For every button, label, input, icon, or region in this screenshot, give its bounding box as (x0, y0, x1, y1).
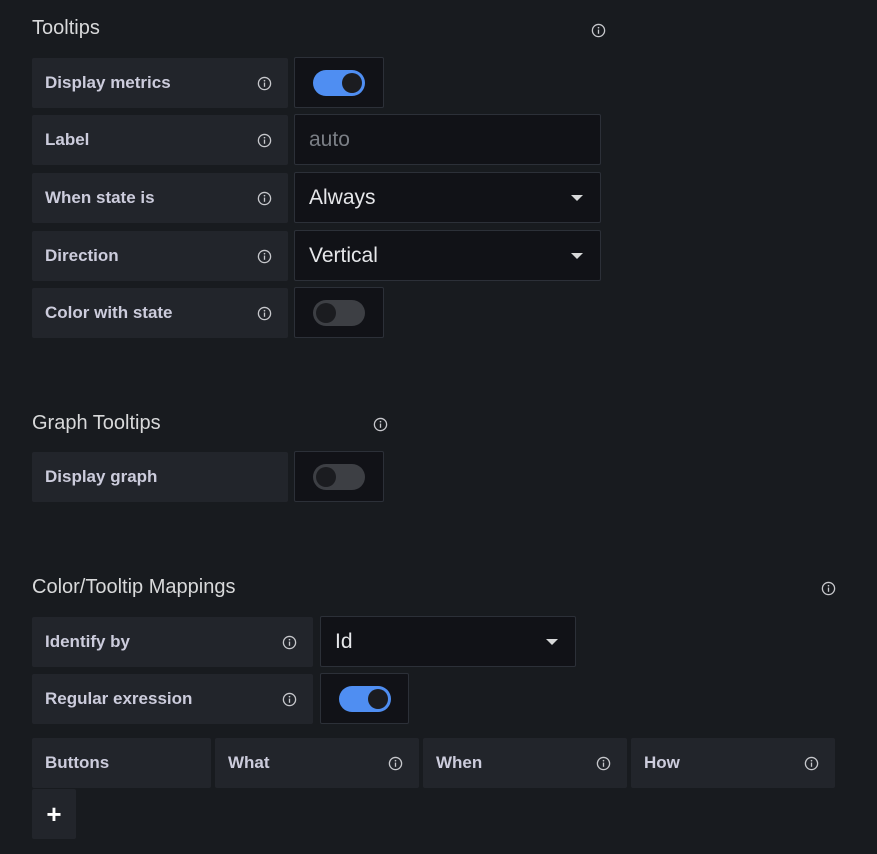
display-metrics-control (294, 57, 384, 108)
display-metrics-info-icon[interactable] (256, 75, 272, 91)
regular-expression-control (320, 673, 409, 724)
section-title-graph-tooltips: Graph Tooltips (32, 412, 161, 434)
column-header-label: Buttons (45, 753, 110, 772)
when-state-is-select[interactable]: Always (294, 172, 601, 223)
direction-select[interactable]: Vertical (294, 230, 601, 281)
when-info-icon[interactable] (595, 755, 611, 771)
regular-expression-info-icon[interactable] (281, 691, 297, 707)
color-with-state-info-icon[interactable] (256, 305, 272, 321)
graph-tooltips-info-icon[interactable] (372, 416, 388, 432)
label-label: Label (32, 115, 288, 165)
column-header-label: What (228, 753, 270, 772)
label-regular-expression: Regular exression (32, 674, 313, 724)
when-state-is-label: When state is (45, 188, 155, 207)
label-input[interactable]: auto (294, 114, 601, 165)
color-with-state-label: Color with state (45, 303, 173, 322)
label-identify-by: Identify by (32, 617, 313, 667)
display-metrics-label: Display metrics (45, 73, 171, 92)
toggle-knob (368, 689, 388, 709)
when-state-is-info-icon[interactable] (256, 190, 272, 206)
section-title-tooltips: Tooltips (32, 17, 100, 39)
column-header-what: What (215, 738, 419, 788)
how-info-icon[interactable] (803, 755, 819, 771)
add-mapping-button[interactable]: + (32, 789, 76, 839)
caret-down-icon (571, 253, 583, 259)
label-info-icon[interactable] (256, 132, 272, 148)
identify-by-info-icon[interactable] (281, 634, 297, 650)
what-info-icon[interactable] (387, 755, 403, 771)
identify-by-value: Id (335, 630, 353, 653)
label-input-placeholder: auto (309, 128, 350, 151)
display-graph-label: Display graph (45, 467, 158, 486)
column-header-label: When (436, 753, 483, 772)
direction-info-icon[interactable] (256, 248, 272, 264)
label-when-state-is: When state is (32, 173, 288, 223)
direction-label: Direction (45, 246, 119, 265)
display-graph-toggle[interactable] (313, 464, 365, 490)
regular-expression-toggle[interactable] (339, 686, 391, 712)
column-header-when: When (423, 738, 627, 788)
color-with-state-control (294, 287, 384, 338)
label-field-label: Label (45, 130, 90, 149)
column-header-buttons: Buttons (32, 738, 211, 788)
tooltips-info-icon[interactable] (590, 22, 606, 38)
label-color-with-state: Color with state (32, 288, 288, 338)
regular-expression-label: Regular exression (45, 689, 193, 708)
color-with-state-toggle[interactable] (313, 300, 365, 326)
identify-by-label: Identify by (45, 632, 131, 651)
plus-icon: + (46, 799, 62, 829)
label-display-graph: Display graph (32, 452, 288, 502)
column-header-label: How (644, 753, 680, 772)
direction-value: Vertical (309, 244, 378, 267)
display-graph-control (294, 451, 384, 502)
caret-down-icon (571, 195, 583, 201)
label-direction: Direction (32, 231, 288, 281)
identify-by-select[interactable]: Id (320, 616, 576, 667)
display-metrics-toggle[interactable] (313, 70, 365, 96)
caret-down-icon (546, 639, 558, 645)
when-state-is-value: Always (309, 186, 376, 209)
column-header-how: How (631, 738, 835, 788)
toggle-knob (342, 73, 362, 93)
label-display-metrics: Display metrics (32, 58, 288, 108)
mappings-info-icon[interactable] (820, 580, 836, 596)
toggle-knob (316, 467, 336, 487)
section-title-mappings: Color/Tooltip Mappings (32, 576, 236, 598)
toggle-knob (316, 303, 336, 323)
